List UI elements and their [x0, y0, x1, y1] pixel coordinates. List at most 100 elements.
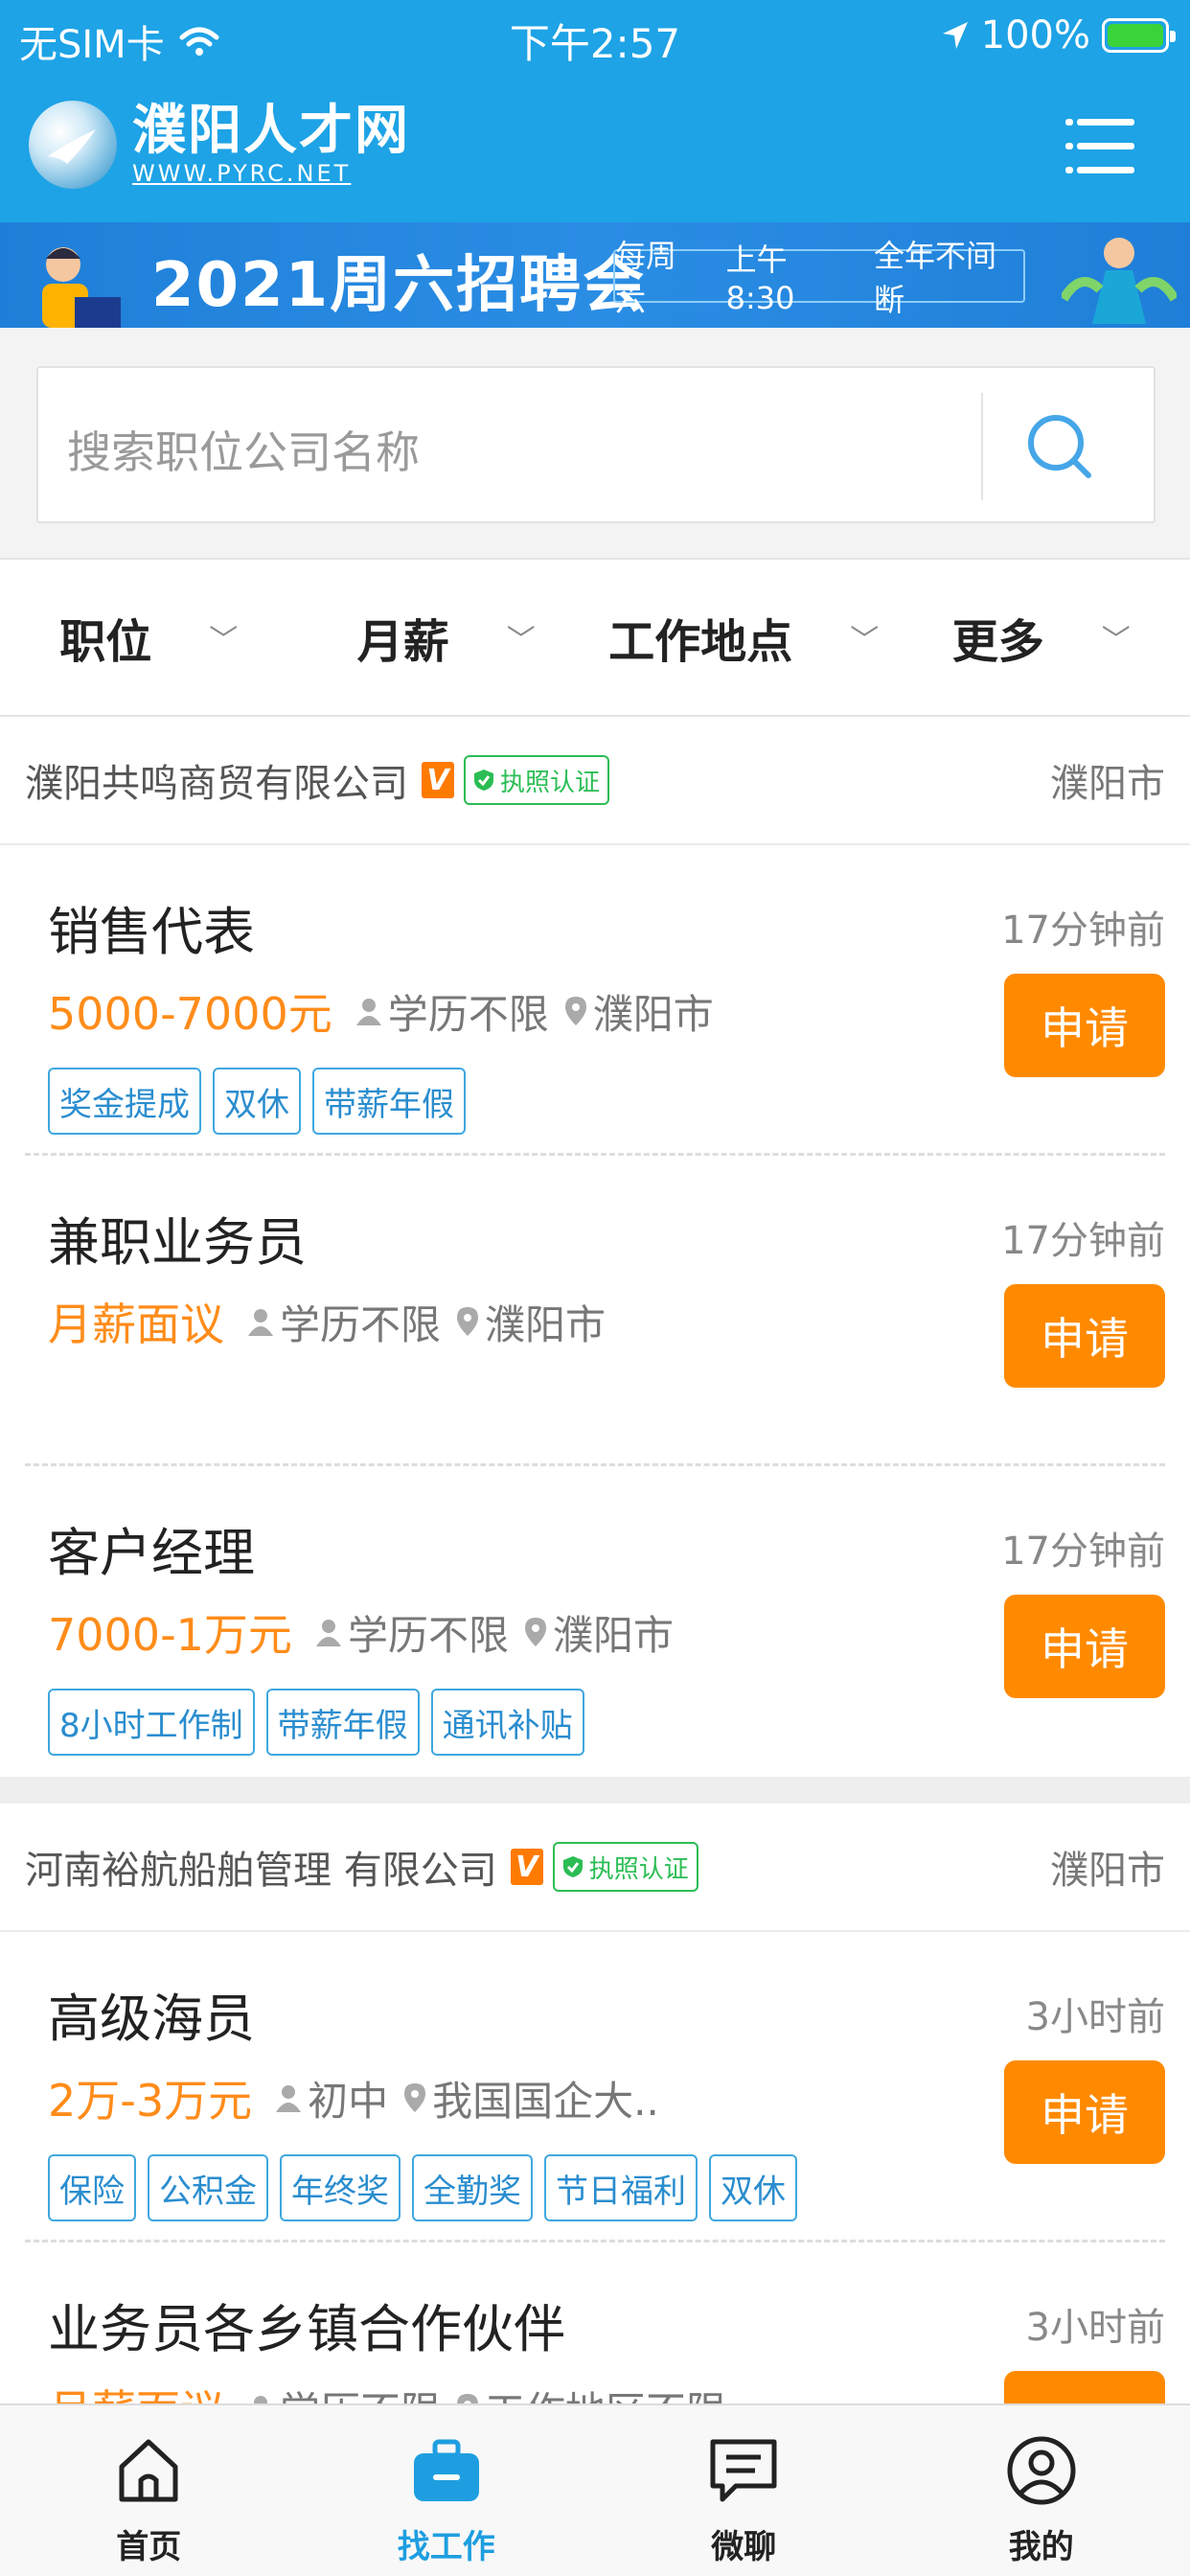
job-tag: 公积金 — [148, 2154, 268, 2221]
banner-title: 2021周六招聘会 — [151, 250, 647, 321]
tab-label: 微聊 — [711, 2528, 777, 2566]
job-title: 高级海员 — [48, 1989, 255, 2049]
filter-more[interactable]: 更多 ﹀ — [893, 560, 1190, 715]
job-location: 我国国企大.. — [432, 2077, 659, 2125]
menu-icon[interactable] — [1065, 113, 1134, 180]
apply-button[interactable]: 申请 — [1004, 974, 1165, 1077]
status-right: 100% — [941, 13, 1176, 58]
chevron-down-icon: ﹀ — [506, 624, 536, 657]
company-name: 河南裕航船舶管理 有限公司 — [25, 1849, 497, 1893]
tab-find-job[interactable]: 找工作 — [298, 2405, 596, 2576]
company-header[interactable]: 濮阳共鸣商贸有限公司 V 执照认证 濮阳市 — [0, 717, 1190, 845]
vip-badge-icon: V — [510, 1849, 543, 1885]
search-divider — [981, 393, 983, 500]
job-posted-time: 3小时前 — [1025, 1995, 1165, 2039]
job-location: 濮阳市 — [485, 1300, 606, 1348]
job-title: 销售代表 — [48, 902, 255, 962]
battery-icon — [1102, 18, 1176, 53]
banner-schedule: 每周六 上午8:30 全年不间断 — [613, 238, 1025, 318]
job-tag: 保险 — [48, 2154, 136, 2221]
apply-button[interactable]: 申请 — [1004, 1595, 1165, 1698]
job-meta: 7000-1万元 学历不限 濮阳市 — [48, 1600, 689, 1664]
person-icon — [276, 2085, 302, 2112]
site-url: WWW.PYRC.NET — [132, 160, 352, 187]
location-arrow-icon — [942, 22, 968, 49]
briefcase-icon — [413, 2439, 479, 2501]
job-tag: 8小时工作制 — [48, 1689, 255, 1756]
tab-mine[interactable]: 我的 — [893, 2405, 1190, 2576]
globe-logo-icon — [29, 101, 117, 189]
job-posted-time: 17分钟前 — [1001, 908, 1165, 953]
chat-icon — [710, 2439, 777, 2502]
job-meta: 2万-3万元 初中 我国国企大.. — [48, 2066, 675, 2129]
filter-label: 工作地点 — [608, 615, 793, 669]
filter-bar: 职位 ﹀ 月薪 ﹀ 工作地点 ﹀ 更多 ﹀ — [0, 558, 1190, 717]
filter-location[interactable]: 工作地点 ﹀ — [595, 560, 893, 715]
company-city: 濮阳市 — [1050, 762, 1165, 806]
filter-label: 月薪 — [356, 615, 449, 669]
filter-label: 更多 — [951, 615, 1044, 669]
job-title: 客户经理 — [48, 1523, 255, 1583]
location-pin-icon — [404, 2083, 426, 2112]
job-title: 兼职业务员 — [48, 1212, 307, 1273]
search-box[interactable]: 搜索职位公司名称 — [36, 366, 1156, 523]
job-posted-time: 17分钟前 — [1001, 1530, 1165, 1574]
location-pin-icon — [524, 1618, 546, 1646]
job-item[interactable]: 高级海员 3小时前 2万-3万元 初中 我国国企大.. 保险 公积金 年终奖 全… — [25, 1932, 1165, 2242]
site-logo[interactable]: 濮阳人才网 WWW.PYRC.NET — [29, 92, 410, 197]
person-icon — [248, 1309, 273, 1336]
job-tag: 通讯补贴 — [430, 1689, 584, 1756]
banner-note: 全年不间断 — [874, 238, 997, 318]
bottom-tab-bar: 首页 找工作 微聊 我的 — [0, 2404, 1190, 2576]
job-tags: 8小时工作制 带薪年假 通讯补贴 — [48, 1689, 584, 1756]
apply-button[interactable]: 申请 — [1004, 2060, 1165, 2164]
tab-home[interactable]: 首页 — [0, 2405, 298, 2576]
job-location: 濮阳市 — [552, 1611, 674, 1659]
job-fair-banner[interactable]: 2021周六招聘会 每周六 上午8:30 全年不间断 — [0, 222, 1190, 328]
license-cert-badge: 执照认证 — [552, 1842, 698, 1892]
job-tag: 节日福利 — [544, 2154, 698, 2221]
company-header[interactable]: 河南裕航船舶管理 有限公司 V 执照认证 濮阳市 — [0, 1804, 1190, 1932]
user-icon — [1007, 2436, 1076, 2505]
person-illustration-icon — [42, 247, 121, 328]
job-meta: 月薪面议 学历不限 濮阳市 — [48, 1290, 621, 1353]
status-bar: 无SIM卡 下午2:57 100% — [0, 0, 1190, 73]
job-title: 业务员各乡镇合作伙伴 — [48, 2299, 565, 2359]
job-posted-time: 17分钟前 — [1001, 1219, 1165, 1263]
company-city: 濮阳市 — [1050, 1849, 1165, 1893]
tab-chat[interactable]: 微聊 — [595, 2405, 893, 2576]
job-tag: 带薪年假 — [312, 1068, 466, 1135]
job-tag: 奖金提成 — [48, 1068, 201, 1135]
job-education: 学历不限 — [387, 990, 549, 1038]
shield-check-icon — [562, 1856, 583, 1877]
filter-position[interactable]: 职位 ﹀ — [0, 560, 298, 715]
app-header: 无SIM卡 下午2:57 100% 濮阳人才网 WWW.PYRC.NET — [0, 0, 1190, 222]
job-item[interactable]: 销售代表 17分钟前 5000-7000元 学历不限 濮阳市 奖金提成 双休 带… — [25, 845, 1165, 1156]
search-input[interactable]: 搜索职位公司名称 — [67, 418, 420, 481]
company-name: 濮阳共鸣商贸有限公司 — [25, 762, 408, 806]
apply-button[interactable]: 申请 — [1004, 1284, 1165, 1388]
job-tags: 保险 公积金 年终奖 全勤奖 节日福利 双休 — [48, 2154, 797, 2221]
job-tag: 双休 — [213, 1068, 301, 1135]
shield-check-icon — [474, 770, 493, 791]
banner-time: 上午8:30 — [725, 242, 795, 316]
filter-label: 职位 — [59, 615, 152, 669]
tab-label: 找工作 — [397, 2528, 495, 2566]
tab-label: 我的 — [1008, 2528, 1074, 2566]
filter-salary[interactable]: 月薪 ﹀ — [298, 560, 596, 715]
search-icon[interactable] — [1018, 404, 1104, 491]
job-item[interactable]: 客户经理 17分钟前 7000-1万元 学历不限 濮阳市 8小时工作制 带薪年假… — [25, 1466, 1165, 1777]
section-divider — [0, 1777, 1190, 1804]
job-education: 学历不限 — [280, 1300, 442, 1348]
location-pin-icon — [564, 997, 586, 1025]
job-tag: 带薪年假 — [265, 1689, 420, 1756]
job-salary: 7000-1万元 — [48, 1609, 292, 1661]
vip-badge-icon: V — [422, 762, 454, 798]
job-meta: 5000-7000元 学历不限 濮阳市 — [48, 979, 729, 1043]
battery-percent: 100% — [980, 13, 1090, 58]
chevron-down-icon: ﹀ — [209, 624, 239, 657]
job-item[interactable]: 兼职业务员 17分钟前 月薪面议 学历不限 濮阳市 申请 — [25, 1156, 1165, 1466]
tab-label: 首页 — [116, 2528, 182, 2566]
job-tags: 奖金提成 双休 带薪年假 — [48, 1068, 466, 1135]
license-cert-badge: 执照认证 — [464, 755, 610, 805]
